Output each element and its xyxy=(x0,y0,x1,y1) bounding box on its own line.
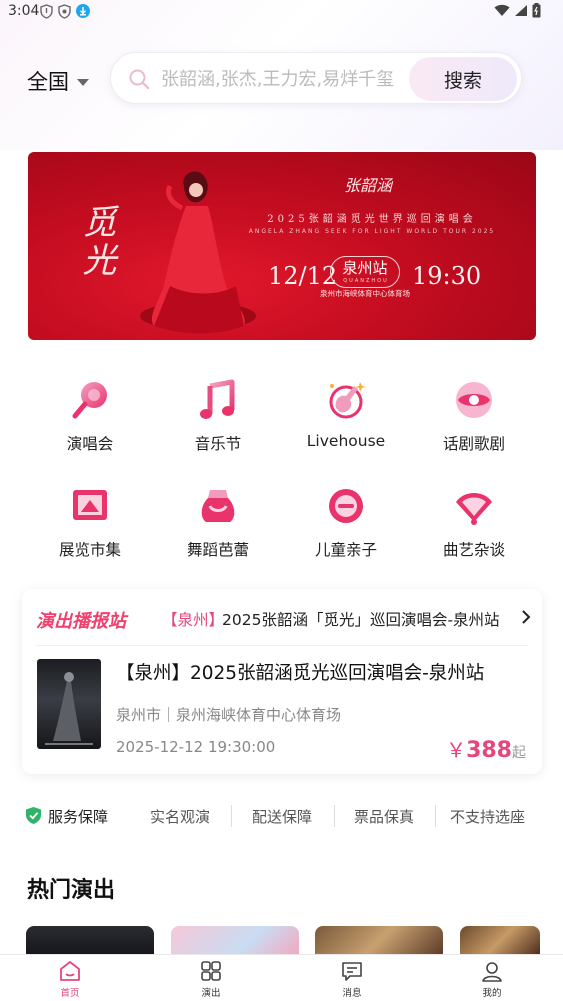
hot-show-card[interactable] xyxy=(315,926,443,956)
category-label: 曲艺杂谈 xyxy=(442,541,505,559)
category-livehouse[interactable]: Livehouse xyxy=(291,378,401,450)
banner-logo: 张韶涵 xyxy=(344,176,393,195)
banner-art-title: 觅光 xyxy=(76,204,116,280)
battery-icon xyxy=(532,3,541,18)
price-currency: ￥ xyxy=(446,738,467,762)
hot-show-card[interactable] xyxy=(171,926,299,956)
banner-venue: 泉州市海峡体育中心体育场 xyxy=(320,289,410,298)
category-label: 儿童亲子 xyxy=(314,541,377,559)
home-icon xyxy=(60,961,80,981)
show-poster-thumbnail[interactable] xyxy=(37,659,101,749)
microphone-icon xyxy=(72,382,107,419)
category-exhibition[interactable]: 展览市集 xyxy=(35,484,145,560)
search-bar[interactable]: 搜索 xyxy=(110,52,522,104)
message-icon xyxy=(342,962,362,981)
hot-shows-title: 热门演出 xyxy=(27,878,116,903)
divider xyxy=(435,805,436,827)
grid-icon xyxy=(201,961,221,981)
security-shield-icon xyxy=(58,4,71,19)
status-bar: 3:04 xyxy=(0,0,563,24)
service-title: 服务保障 xyxy=(48,808,109,826)
category-label: 音乐节 xyxy=(194,435,242,453)
singer-figure-image xyxy=(140,171,256,334)
tab-label: 演出 xyxy=(201,988,221,999)
banner-tour-name: 2025张韶涵觅光世界巡回演唱会 xyxy=(267,214,477,225)
search-input[interactable] xyxy=(161,65,409,93)
promo-banner[interactable]: 觅光 张韶涵 2025张韶涵觅光世界巡回演唱会 ANGELA ZHANG SEE… xyxy=(28,152,536,340)
region-label: 全国 xyxy=(27,70,69,94)
service-guarantee-bar[interactable]: 服务保障 实名观演 配送保障 票品保真 不支持选座 xyxy=(0,800,563,832)
show-price: ￥388起 xyxy=(446,734,526,763)
divider xyxy=(36,645,528,646)
hot-show-card[interactable] xyxy=(460,926,540,956)
download-icon xyxy=(76,4,90,18)
category-label: 话剧歌剧 xyxy=(442,435,505,453)
divider xyxy=(334,805,335,827)
search-button[interactable]: 搜索 xyxy=(409,57,517,101)
status-time: 3:04 xyxy=(8,3,40,19)
show-venue: 泉州市｜泉州海峡体育中心体育场 xyxy=(116,706,342,724)
banner-date: 12/12 xyxy=(268,262,338,290)
tab-label: 首页 xyxy=(60,988,80,999)
service-item: 配送保障 xyxy=(252,808,313,826)
profile-icon xyxy=(482,962,502,982)
category-kids-family[interactable]: 儿童亲子 xyxy=(291,484,401,560)
service-item: 票品保真 xyxy=(354,808,415,826)
category-dance-ballet[interactable]: 舞蹈芭蕾 xyxy=(163,484,273,560)
tab-home[interactable]: 首页 xyxy=(30,959,110,999)
tab-profile[interactable]: 我的 xyxy=(452,959,532,999)
category-label: 展览市集 xyxy=(58,541,121,559)
show-title[interactable]: 【泉州】2025张韶涵觅光巡回演唱会-泉州站 xyxy=(116,659,484,685)
banner-station-label: 泉州站 xyxy=(342,259,388,277)
category-label: 舞蹈芭蕾 xyxy=(186,541,249,559)
exhibition-icon xyxy=(73,490,107,520)
guitar-icon xyxy=(329,382,366,419)
tab-messages[interactable]: 消息 xyxy=(312,959,392,999)
banner-tour-name-en: ANGELA ZHANG SEEK FOR LIGHT WORLD TOUR 2… xyxy=(248,228,496,235)
wifi-icon xyxy=(494,4,510,16)
tab-shows[interactable]: 演出 xyxy=(171,959,251,999)
bottom-tab-bar: 首页 演出 消息 我的 xyxy=(0,954,563,1001)
status-notification-icons xyxy=(40,4,90,19)
ballet-skirt-icon xyxy=(201,490,235,522)
status-system-icons xyxy=(494,3,541,18)
broadcast-headline[interactable]: 2025张韶涵「觅光」巡回演唱会-泉州站 xyxy=(222,608,500,630)
banner-station-en: QUANZHOU xyxy=(343,278,389,284)
tab-label: 我的 xyxy=(482,988,502,999)
music-note-icon xyxy=(200,379,235,419)
category-drama-opera[interactable]: 话剧歌剧 xyxy=(419,378,529,454)
category-label: Livehouse xyxy=(306,432,386,450)
drama-icon xyxy=(456,382,492,418)
caret-down-icon xyxy=(77,78,89,86)
divider xyxy=(231,805,232,827)
signal-icon xyxy=(515,5,527,16)
hot-show-card[interactable] xyxy=(26,926,154,956)
banner-station-badge: 泉州站 QUANZHOU xyxy=(330,256,400,288)
shield-check-icon xyxy=(26,807,41,824)
child-icon xyxy=(329,489,363,523)
poster-figure-image xyxy=(45,672,93,745)
service-item: 实名观演 xyxy=(150,808,211,826)
broadcast-city-tag: 【泉州】 xyxy=(162,611,225,629)
show-datetime: 2025-12-12 19:30:00 xyxy=(116,738,276,756)
search-icon xyxy=(129,69,150,90)
banner-time: 19:30 xyxy=(412,262,482,290)
chevron-right-icon[interactable] xyxy=(520,608,532,626)
category-concert[interactable]: 演唱会 xyxy=(35,378,145,454)
price-value: 388 xyxy=(466,738,512,763)
category-quyi[interactable]: 曲艺杂谈 xyxy=(419,484,529,560)
region-selector[interactable]: 全国 xyxy=(27,66,89,96)
broadcast-card[interactable]: 演出播报站 【泉州】 2025张韶涵「觅光」巡回演唱会-泉州站 【泉州】2025… xyxy=(22,589,542,774)
folding-fan-icon xyxy=(456,493,492,525)
broadcast-logo: 演出播报站 xyxy=(36,611,126,632)
tab-label: 消息 xyxy=(342,988,362,999)
service-item: 不支持选座 xyxy=(450,808,526,826)
price-suffix: 起 xyxy=(512,745,526,761)
category-label: 演唱会 xyxy=(66,435,114,453)
category-music-festival[interactable]: 音乐节 xyxy=(163,378,273,454)
info-shield-icon xyxy=(40,4,53,19)
